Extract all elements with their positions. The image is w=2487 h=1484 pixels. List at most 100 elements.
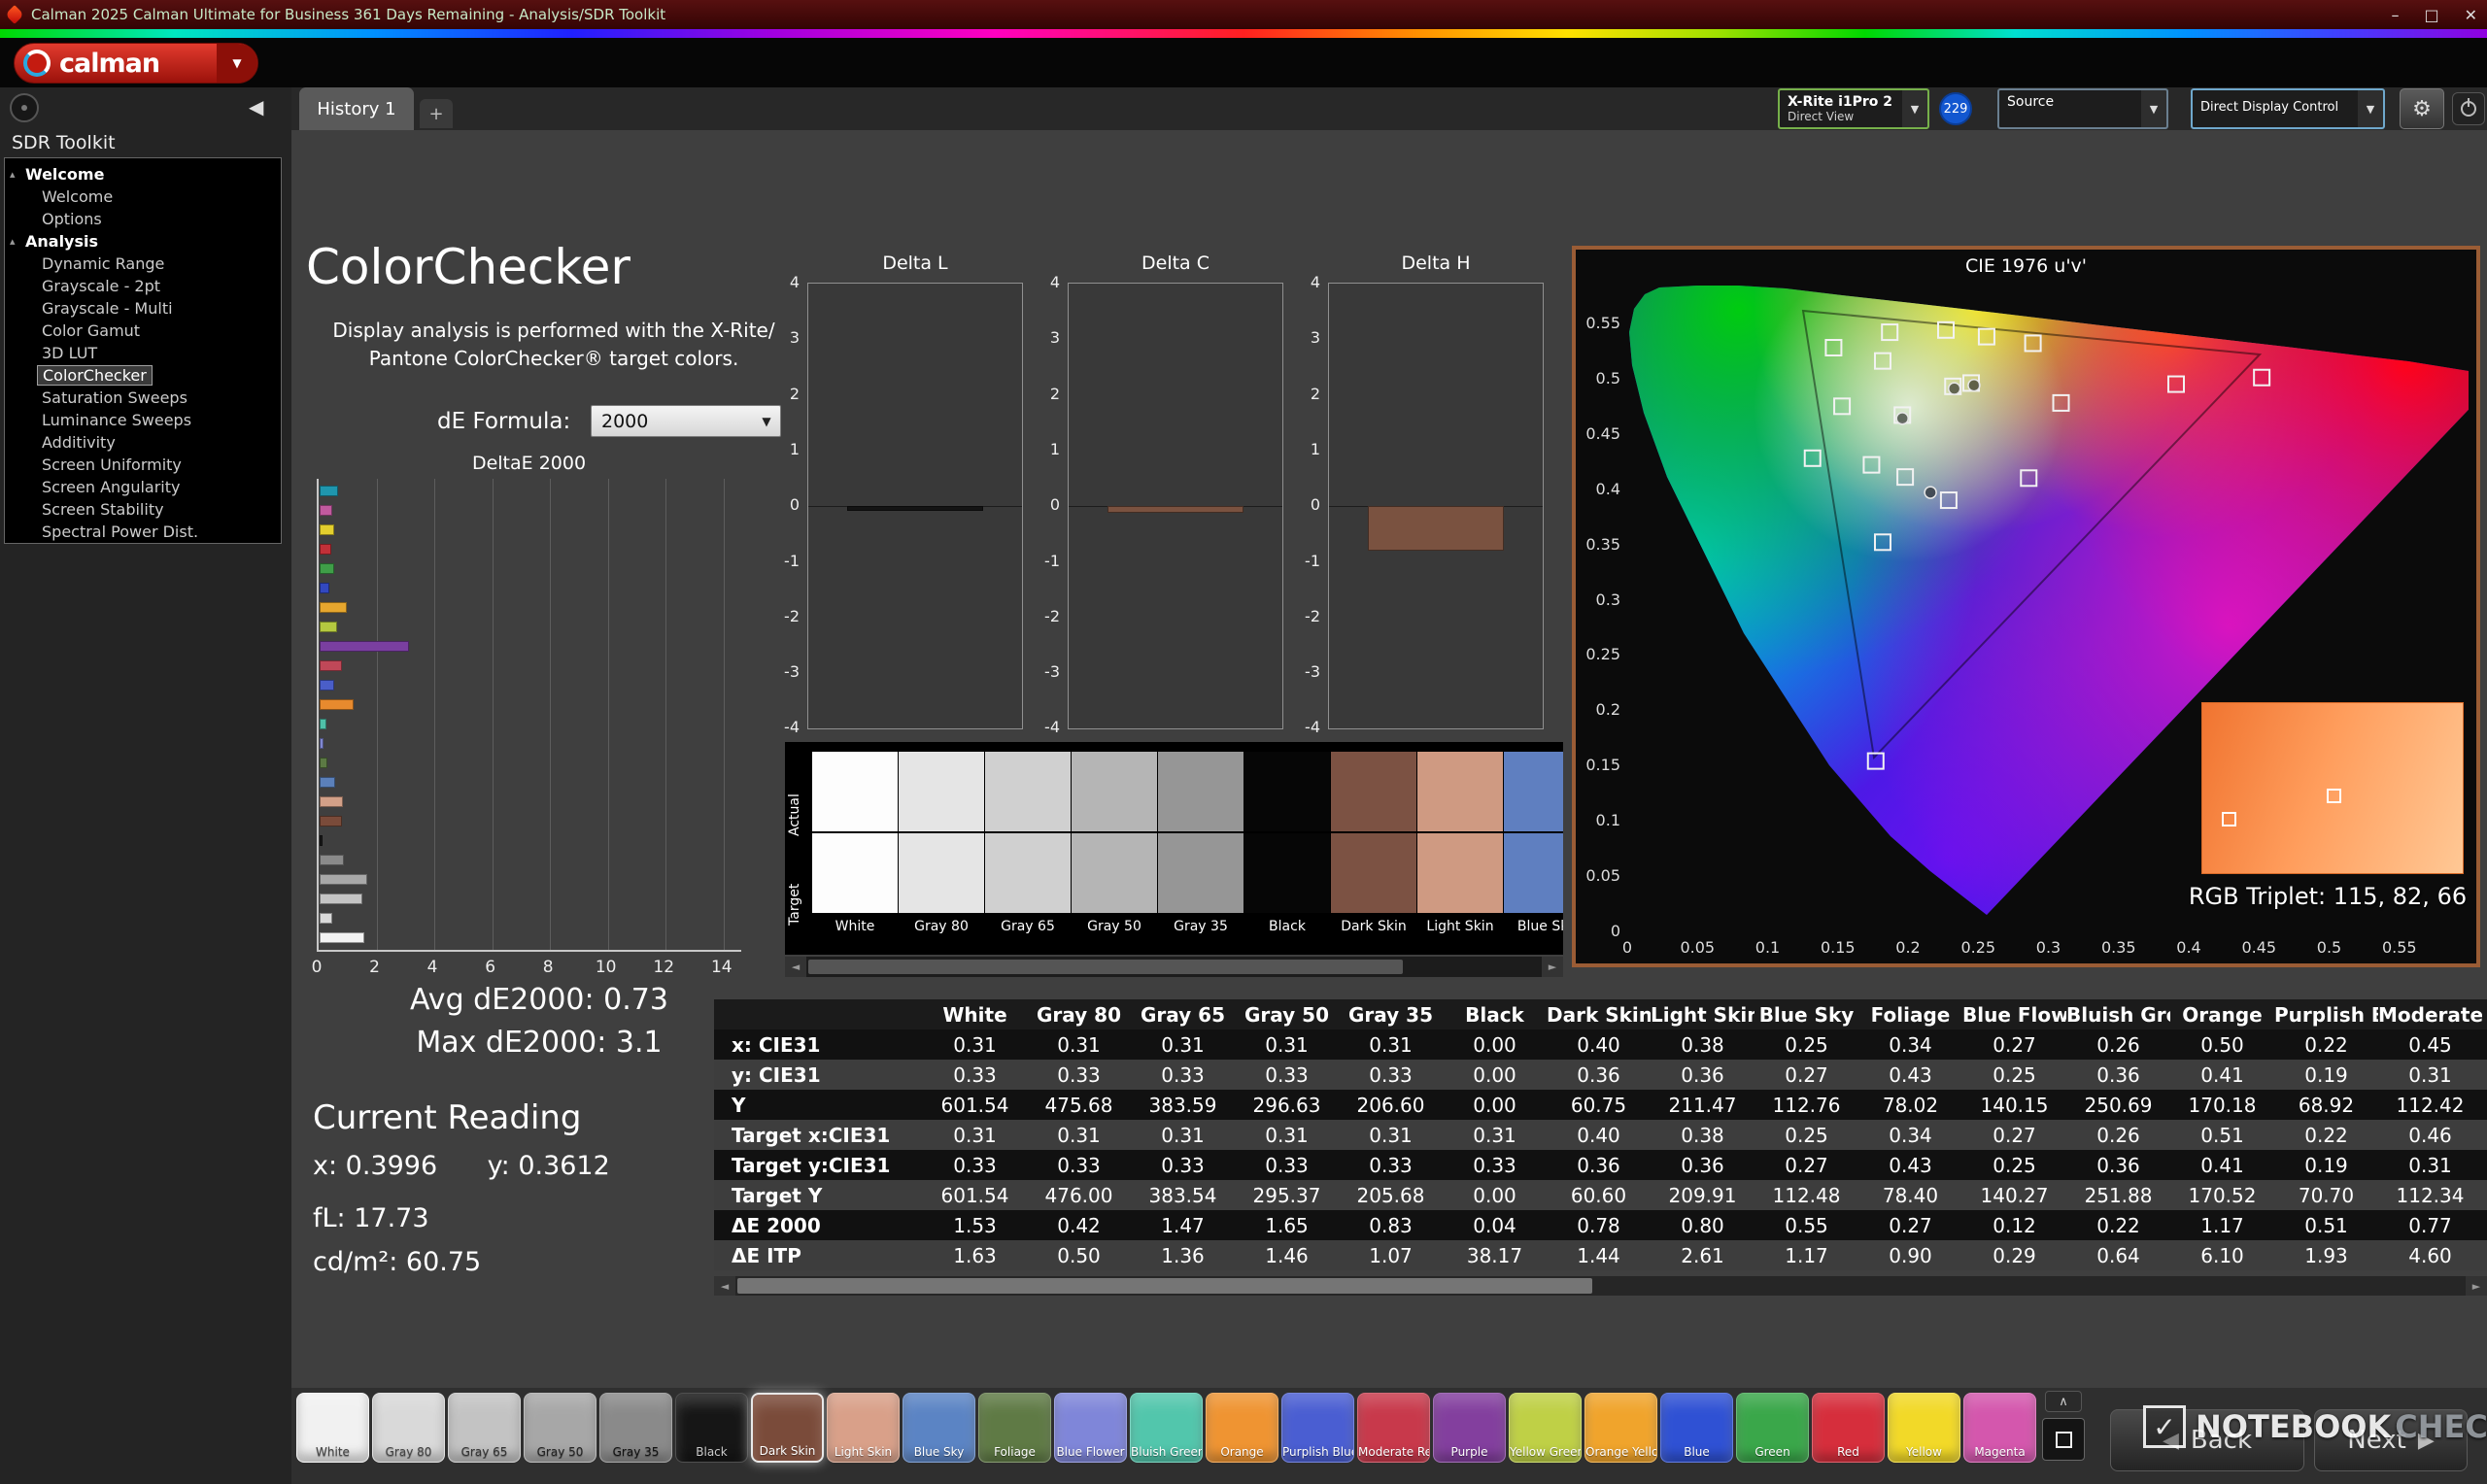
display-control-dropdown[interactable]: Direct Display Control ▼ — [2191, 88, 2385, 129]
display-control-arrow[interactable]: ▼ — [2358, 90, 2383, 127]
power-button[interactable] — [2452, 92, 2485, 125]
patch-button-moderate-red[interactable]: Moderate Red — [1357, 1393, 1430, 1463]
sidebar-item-welcome[interactable]: Welcome — [5, 186, 281, 208]
table-cell: 0.34 — [1858, 1124, 1962, 1147]
patch-button-magenta[interactable]: Magenta — [1963, 1393, 2036, 1463]
patch-button-orange-yellow[interactable]: Orange Yellow — [1584, 1393, 1657, 1463]
table-cell: 0.25 — [1755, 1124, 1858, 1147]
patch-button-gray-50[interactable]: Gray 50 — [524, 1393, 596, 1463]
tick-label: 14 — [707, 958, 736, 977]
meter-dropdown[interactable]: X-Rite i1Pro 2 Direct View ▼ — [1778, 88, 1929, 129]
patch-button-blue-flower[interactable]: Blue Flower — [1054, 1393, 1127, 1463]
row-label: Target y:CIE31 — [714, 1154, 923, 1177]
patch-button-gray-65[interactable]: Gray 65 — [448, 1393, 521, 1463]
table-cell: 0.22 — [2066, 1214, 2170, 1237]
scrollbar-thumb[interactable] — [737, 1278, 1592, 1294]
meter-dropdown-arrow[interactable]: ▼ — [1902, 90, 1927, 127]
table-cell: 296.63 — [1235, 1094, 1339, 1117]
sidebar-section-analysis[interactable]: ▴Analysis — [5, 230, 281, 253]
minimize-button[interactable]: – — [2391, 6, 2399, 24]
sidebar-item-3d-lut[interactable]: 3D LUT — [5, 342, 281, 364]
sidebar-item-colorchecker[interactable]: ColorChecker — [5, 364, 281, 387]
sidebar-item-saturation-sweeps[interactable]: Saturation Sweeps — [5, 387, 281, 409]
patch-button-blue[interactable]: Blue — [1660, 1393, 1733, 1463]
column-header-bluish-green: Bluish Green — [2066, 1003, 2170, 1027]
patch-button-gray-35[interactable]: Gray 35 — [599, 1393, 672, 1463]
patch-button-foliage[interactable]: Foliage — [978, 1393, 1051, 1463]
sidebar-item-label: Screen Stability — [42, 500, 164, 519]
column-header-blue-flower: Blue Flower — [1962, 1003, 2066, 1027]
table-scrollbar[interactable]: ◄► — [714, 1276, 2487, 1296]
scrollbar-thumb[interactable] — [808, 960, 1403, 974]
settings-button[interactable]: ⚙ — [2400, 88, 2444, 129]
source-dropdown-arrow[interactable]: ▼ — [2141, 90, 2166, 127]
target-patch-black — [1244, 833, 1330, 913]
gear-icon: ⚙ — [2412, 97, 2432, 121]
patch-button-light-skin[interactable]: Light Skin — [827, 1393, 900, 1463]
sidebar-item-luminance-sweeps[interactable]: Luminance Sweeps — [5, 409, 281, 431]
table-cell: 1.44 — [1547, 1244, 1651, 1267]
patch-button-white[interactable]: White — [296, 1393, 369, 1463]
table-cell: 211.47 — [1651, 1094, 1755, 1117]
sidebar-item-grayscale-2pt[interactable]: Grayscale - 2pt — [5, 275, 281, 297]
tick-label: -4 — [767, 718, 800, 736]
source-dropdown[interactable]: Source ▼ — [1997, 88, 2168, 129]
patch-button-bluish-green[interactable]: Bluish Green — [1130, 1393, 1203, 1463]
tick-label: -4 — [1287, 718, 1320, 736]
close-button[interactable]: ✕ — [2465, 6, 2477, 24]
patch-button-dark-skin[interactable]: Dark Skin — [751, 1393, 824, 1463]
scroll-left-button[interactable]: ◄ — [714, 1276, 735, 1296]
description-line-1: Display analysis is performed with the X… — [321, 317, 787, 345]
tab-history-1[interactable]: History 1 — [299, 87, 414, 130]
sidebar-item-screen-uniformity[interactable]: Screen Uniformity — [5, 454, 281, 476]
sidebar-item-additivity[interactable]: Additivity — [5, 431, 281, 454]
patch-button-blue-sky[interactable]: Blue Sky — [903, 1393, 975, 1463]
deltae-bar-gray-80 — [320, 913, 332, 924]
sidebar-collapse-button[interactable]: ◀ — [249, 95, 263, 118]
patch-button-gray-80[interactable]: Gray 80 — [372, 1393, 445, 1463]
patch-strip-scrollbar[interactable]: ◄► — [785, 957, 1563, 977]
sidebar-item-color-gamut[interactable]: Color Gamut — [5, 320, 281, 342]
patch-button-red[interactable]: Red — [1812, 1393, 1885, 1463]
power-icon — [2461, 101, 2476, 117]
table-cell: 0.33 — [923, 1154, 1027, 1177]
patch-button-green[interactable]: Green — [1736, 1393, 1809, 1463]
tick-label: 1 — [767, 440, 800, 458]
maximize-button[interactable]: □ — [2424, 6, 2438, 24]
patch-button-purplish-blue[interactable]: Purplish Blue — [1281, 1393, 1354, 1463]
calman-logo-menu[interactable]: calman ▼ — [14, 43, 258, 84]
patch-label: Gray 35 — [1158, 919, 1244, 934]
sidebar-item-spectral-power-dist-[interactable]: Spectral Power Dist. — [5, 521, 281, 543]
patch-button-label: Purplish Blue — [1282, 1445, 1353, 1459]
scroll-right-button[interactable]: ► — [1542, 957, 1563, 977]
layout-toggle-button[interactable] — [2042, 1418, 2085, 1461]
sidebar-item-options[interactable]: Options — [5, 208, 281, 230]
table-cell: 0.31 — [2378, 1063, 2482, 1087]
table-row-target-y-cie31: Target y:CIE310.330.330.330.330.330.330.… — [714, 1150, 2487, 1180]
tick-label: 10 — [592, 958, 621, 977]
sidebar-item-grayscale-multi[interactable]: Grayscale - Multi — [5, 297, 281, 320]
tick-label: 0 — [767, 495, 800, 514]
back-button[interactable]: ◀ Back — [2110, 1409, 2304, 1471]
delta-bar-dark-skin — [847, 506, 983, 511]
current-reading-label: Current Reading — [313, 1098, 582, 1137]
scroll-right-button[interactable]: ► — [2466, 1276, 2487, 1296]
sidebar-pin-button[interactable] — [10, 93, 39, 122]
target-patch-light-skin — [1417, 833, 1503, 913]
sidebar-section-welcome[interactable]: ▴Welcome — [5, 163, 281, 186]
table-cell: 1.93 — [2274, 1244, 2378, 1267]
scroll-left-button[interactable]: ◄ — [785, 957, 806, 977]
strip-collapse-button[interactable]: ∧ — [2045, 1391, 2082, 1412]
patch-button-black[interactable]: Black — [675, 1393, 748, 1463]
sidebar-item-dynamic-range[interactable]: Dynamic Range — [5, 253, 281, 275]
patch-button-yellow-green[interactable]: Yellow Green — [1509, 1393, 1582, 1463]
patch-button-purple[interactable]: Purple — [1433, 1393, 1506, 1463]
patch-button-yellow[interactable]: Yellow — [1888, 1393, 1960, 1463]
add-tab-button[interactable]: + — [420, 99, 453, 128]
patch-button-orange[interactable]: Orange — [1206, 1393, 1278, 1463]
sidebar-item-screen-stability[interactable]: Screen Stability — [5, 498, 281, 521]
sidebar-item-screen-angularity[interactable]: Screen Angularity — [5, 476, 281, 498]
de-formula-select[interactable]: 2000 ▼ — [591, 405, 781, 437]
logo-menu-arrow[interactable]: ▼ — [217, 43, 257, 84]
next-button[interactable]: Next ▶ — [2314, 1409, 2468, 1471]
